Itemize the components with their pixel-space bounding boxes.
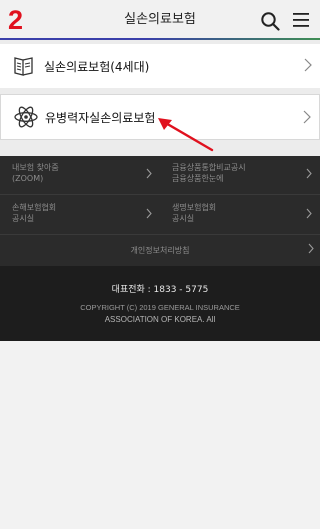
footer-link-privacy-policy[interactable]: 개인정보처리방침 (0, 234, 320, 266)
menu-item-label: 유병력자실손의료보험 (45, 111, 156, 125)
privacy-policy-label: 개인정보처리방침 (130, 246, 190, 255)
footer-link-label: 생명보험협회 공시실 (172, 203, 217, 223)
chevron-right-icon (306, 208, 312, 219)
chevron-right-icon (306, 168, 312, 179)
company-info: 대표전화 : 1833 - 5775 COPYRIGHT (C) 2019 GE… (0, 266, 320, 341)
footer-link-product-comparison[interactable]: 금융상품통합비교공시 금융상품한눈에 (160, 156, 318, 194)
footer-link-label: 금융상품통합비교공시 금융상품한눈에 (172, 163, 246, 183)
menu-item-label: 실손의료보험(4세대) (44, 60, 150, 74)
hamburger-menu-button[interactable] (292, 12, 310, 28)
footer-link-label: 내보험 찾아줌 (ZOOM) (12, 163, 59, 183)
copyright-line-2: ASSOCIATION OF KOREA. All (104, 315, 216, 324)
menu-item-4th-gen-insurance[interactable]: 실손의료보험(4세대) (0, 44, 320, 88)
copyright-line-1: COPYRIGHT (C) 2019 GENERAL INSURANCE (80, 303, 240, 312)
chevron-right-icon (308, 243, 314, 254)
atom-icon (14, 106, 38, 128)
chevron-right-icon (146, 208, 152, 219)
hamburger-icon (293, 13, 309, 27)
app-header: 2 실손의료보험 (0, 0, 320, 40)
empty-area (0, 341, 320, 529)
footer-link-label: 손해보험협회 공시실 (12, 203, 57, 223)
footer-link-general-insurance-disclosure[interactable]: 손해보험협회 공시실 (0, 196, 158, 234)
phone-number: 대표전화 : 1833 - 5775 (111, 285, 209, 295)
footer-links: 내보험 찾아줌 (ZOOM) 금융상품통합비교공시 금융상품한눈에 손해보험협회… (0, 156, 320, 266)
chevron-right-icon (304, 58, 312, 72)
search-icon (261, 12, 280, 31)
search-button[interactable] (260, 11, 280, 31)
red-arrow-annotation (158, 118, 214, 152)
header-accent-line (0, 38, 320, 40)
chevron-right-icon (146, 168, 152, 179)
footer-link-life-insurance-disclosure[interactable]: 생명보험협회 공시실 (160, 196, 318, 234)
footer-divider (0, 194, 320, 195)
chevron-right-icon (303, 110, 311, 124)
footer-link-zoom[interactable]: 내보험 찾아줌 (ZOOM) (0, 156, 158, 194)
insurance-document-icon (14, 57, 33, 76)
